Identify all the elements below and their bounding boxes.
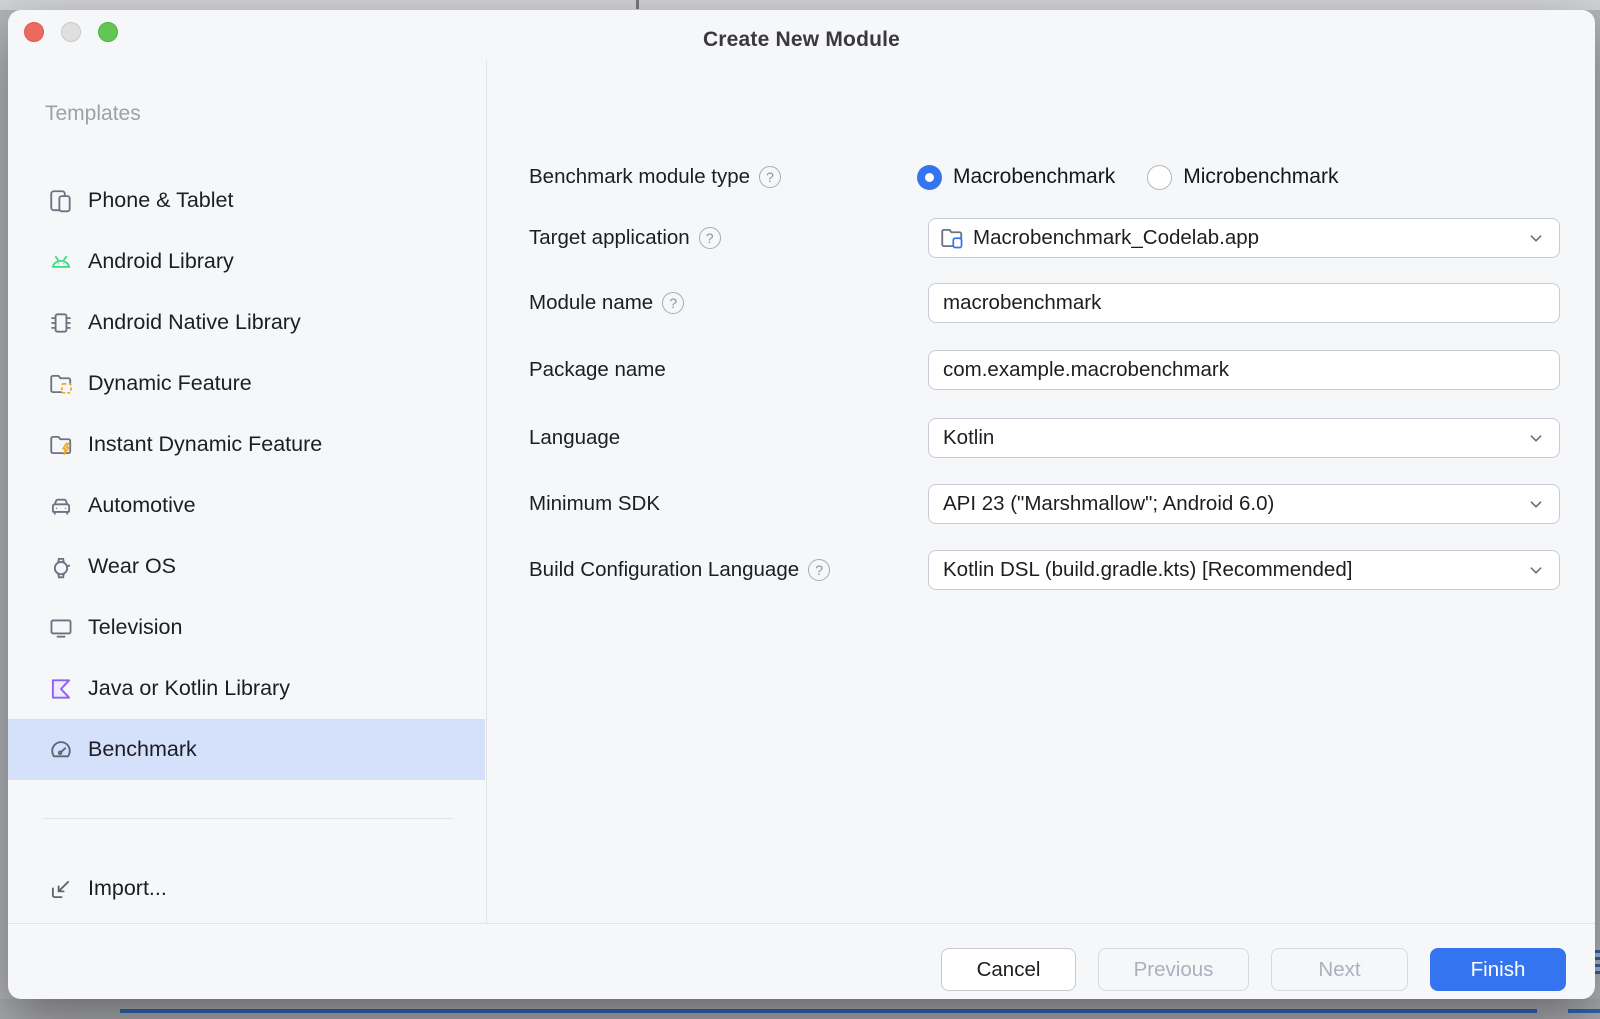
help-icon[interactable]: ? — [662, 292, 684, 314]
dialog-footer: Cancel Previous Next Finish — [8, 923, 1595, 999]
dropdown-value: API 23 ("Marshmallow"; Android 6.0) — [939, 492, 1525, 516]
radio-microbenchmark[interactable]: Microbenchmark — [1147, 165, 1338, 190]
app-folder-icon — [939, 225, 965, 251]
package-name-input[interactable] — [929, 351, 1559, 389]
field-label: Build Configuration Language ? — [529, 558, 928, 582]
field-label: Language — [529, 426, 928, 450]
templates-sidebar: Templates Phone & Tablet — [8, 60, 487, 923]
sidebar-item-label: Wear OS — [88, 554, 176, 579]
dynamic-feature-folder-icon — [48, 371, 74, 397]
car-icon — [48, 493, 74, 519]
form-row-package-name: Package name — [529, 350, 1560, 390]
build-configuration-language-dropdown[interactable]: Kotlin DSL (build.gradle.kts) [Recommend… — [928, 550, 1560, 590]
target-application-dropdown[interactable]: Macrobenchmark_Codelab.app — [928, 218, 1560, 258]
sidebar-item-label: Import... — [88, 876, 167, 901]
kotlin-icon — [48, 676, 74, 702]
sidebar-item-label: Television — [88, 615, 182, 640]
minimum-sdk-dropdown[interactable]: API 23 ("Marshmallow"; Android 6.0) — [928, 484, 1560, 524]
previous-button: Previous — [1098, 948, 1249, 991]
sidebar-divider — [43, 818, 453, 819]
module-name-field-wrap — [928, 283, 1560, 323]
chevron-down-icon — [1525, 227, 1547, 249]
phone-tablet-icon — [48, 188, 74, 214]
background-top-strip — [0, 0, 1600, 10]
gauge-icon — [48, 737, 74, 763]
sidebar-item-automotive[interactable]: Automotive — [8, 475, 485, 536]
benchmark-type-radio-group: Macrobenchmark Microbenchmark — [917, 165, 1560, 190]
create-new-module-dialog: Create New Module Templates Phone & Tabl… — [8, 10, 1595, 999]
language-dropdown[interactable]: Kotlin — [928, 418, 1560, 458]
import-icon — [48, 876, 74, 902]
sidebar-item-label: Android Native Library — [88, 310, 301, 335]
field-label: Benchmark module type ? — [529, 165, 928, 189]
radio-unselected-icon[interactable] — [1147, 165, 1172, 190]
chevron-down-icon — [1525, 559, 1547, 581]
sidebar-item-dynamic-feature[interactable]: Dynamic Feature — [8, 353, 485, 414]
form-row-benchmark-module-type: Benchmark module type ? Macrobenchmark M… — [529, 157, 1560, 197]
background-top-tick — [636, 0, 639, 9]
titlebar: Create New Module — [8, 10, 1595, 60]
footer-buttons: Cancel Previous Next Finish — [941, 948, 1566, 991]
field-label: Module name ? — [529, 291, 928, 315]
screen: Create New Module Templates Phone & Tabl… — [0, 0, 1600, 1019]
field-label: Target application ? — [529, 226, 928, 250]
sidebar-item-label: Android Library — [88, 249, 234, 274]
sidebar-item-java-kotlin-library[interactable]: Java or Kotlin Library — [8, 658, 485, 719]
sidebar-item-android-native-library[interactable]: Android Native Library — [8, 292, 485, 353]
next-button: Next — [1271, 948, 1408, 991]
sidebar-item-label: Instant Dynamic Feature — [88, 432, 322, 457]
form-row-module-name: Module name ? — [529, 283, 1560, 323]
dropdown-value: Macrobenchmark_Codelab.app — [965, 226, 1525, 250]
module-name-input[interactable] — [929, 284, 1559, 322]
sidebar-item-instant-dynamic-feature[interactable]: Instant Dynamic Feature — [8, 414, 485, 475]
sidebar-item-television[interactable]: Television — [8, 597, 485, 658]
field-label: Minimum SDK — [529, 492, 928, 516]
sidebar-item-wear-os[interactable]: Wear OS — [8, 536, 485, 597]
field-label: Package name — [529, 358, 928, 382]
dropdown-value: Kotlin DSL (build.gradle.kts) [Recommend… — [939, 558, 1525, 582]
package-name-field-wrap — [928, 350, 1560, 390]
chevron-down-icon — [1525, 493, 1547, 515]
android-icon — [48, 249, 74, 275]
help-icon[interactable]: ? — [699, 227, 721, 249]
tv-icon — [48, 615, 74, 641]
radio-macrobenchmark[interactable]: Macrobenchmark — [917, 165, 1115, 190]
sidebar-item-label: Phone & Tablet — [88, 188, 233, 213]
sidebar-item-label: Automotive — [88, 493, 196, 518]
background-caret-line-2 — [1568, 1009, 1600, 1013]
form-row-language: Language Kotlin — [529, 418, 1560, 458]
dialog-title: Create New Module — [8, 28, 1595, 52]
watch-icon — [48, 554, 74, 580]
cancel-button[interactable]: Cancel — [941, 948, 1076, 991]
sidebar-item-import[interactable]: Import... — [8, 858, 485, 919]
sidebar-item-label: Dynamic Feature — [88, 371, 252, 396]
help-icon[interactable]: ? — [759, 166, 781, 188]
sidebar-item-phone-tablet[interactable]: Phone & Tablet — [8, 170, 485, 231]
radio-selected-icon[interactable] — [917, 165, 942, 190]
sidebar-item-label: Java or Kotlin Library — [88, 676, 290, 701]
form-row-minimum-sdk: Minimum SDK API 23 ("Marshmallow"; Andro… — [529, 484, 1560, 524]
sidebar-item-label: Benchmark — [88, 737, 197, 762]
chevron-down-icon — [1525, 427, 1547, 449]
template-list: Phone & Tablet Android Library — [8, 170, 485, 780]
help-icon[interactable]: ? — [808, 559, 830, 581]
form-row-build-configuration-language: Build Configuration Language ? Kotlin DS… — [529, 550, 1560, 590]
sidebar-item-benchmark[interactable]: Benchmark — [8, 719, 485, 780]
module-form: Benchmark module type ? Macrobenchmark M… — [488, 60, 1595, 923]
form-row-target-application: Target application ? Macrobenchmark_Code… — [529, 218, 1560, 258]
sidebar-heading: Templates — [45, 102, 141, 126]
background-caret-line — [120, 1009, 1537, 1013]
finish-button[interactable]: Finish — [1430, 948, 1566, 991]
sidebar-item-android-library[interactable]: Android Library — [8, 231, 485, 292]
instant-dynamic-feature-folder-icon — [48, 432, 74, 458]
chip-icon — [48, 310, 74, 336]
dropdown-value: Kotlin — [939, 426, 1525, 450]
